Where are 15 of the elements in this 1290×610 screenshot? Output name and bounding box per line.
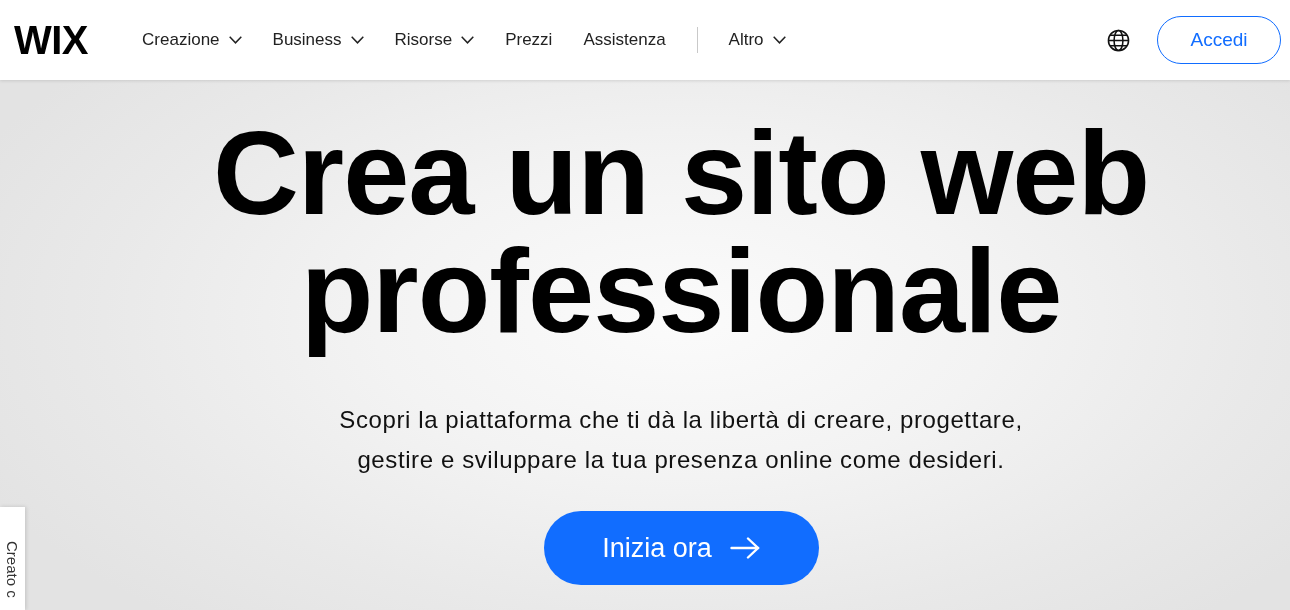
- nav-menu[interactable]: Business: [272, 29, 364, 51]
- nav-menu[interactable]: Altro: [728, 29, 786, 51]
- side-tab[interactable]: Creato c: [0, 507, 25, 610]
- login-button[interactable]: Accedi: [1157, 16, 1281, 64]
- nav-link[interactable]: Prezzi: [505, 29, 553, 51]
- start-button[interactable]: Inizia ora: [543, 511, 819, 585]
- nav-menu[interactable]: Risorse: [394, 29, 475, 51]
- hero-subtitle: Scopri la piattaforma che ti dà la libertà di creare, progettare, gestire e sviluppare la tua presenza online come desideri.: [338, 405, 1024, 475]
- hero-title: Crea un sito web professionale: [211, 105, 1151, 359]
- nav-link[interactable]: Assistenza: [583, 29, 666, 51]
- globe-icon: [1107, 28, 1130, 52]
- language-button[interactable]: [1107, 28, 1130, 52]
- logo[interactable]: WIX: [14, 20, 89, 60]
- nav-menu[interactable]: Creazione: [142, 29, 242, 51]
- arrow-right-icon: [729, 537, 760, 559]
